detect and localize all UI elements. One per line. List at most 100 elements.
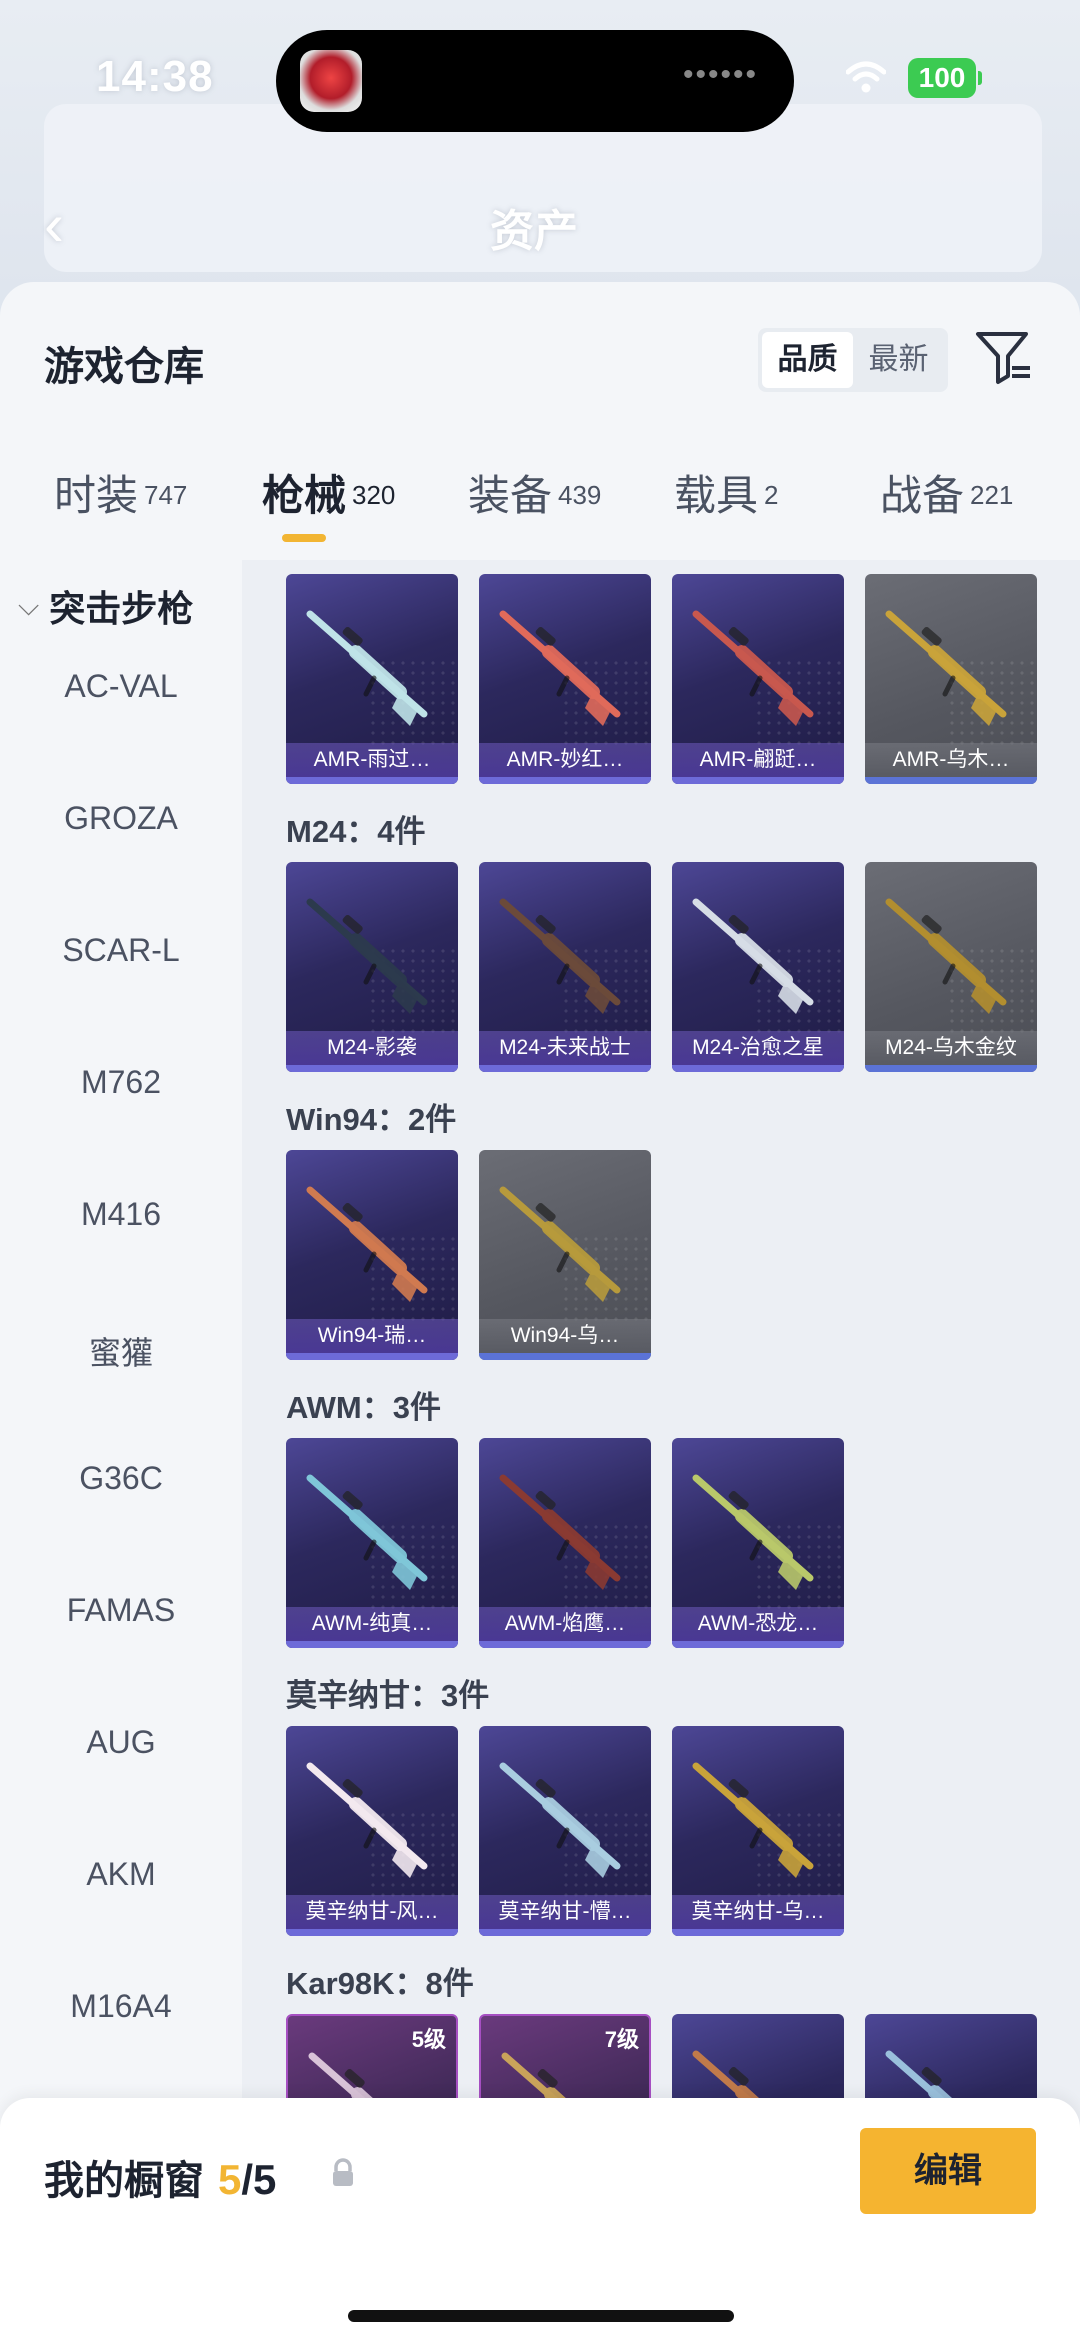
category-item[interactable]: GROZA bbox=[0, 800, 242, 837]
weapon-name: M24-未来战士 bbox=[479, 1031, 651, 1065]
category-item[interactable]: SCAR-L bbox=[0, 932, 242, 969]
weapon-card[interactable]: AWM-焰鹰… bbox=[479, 1438, 651, 1648]
weapon-name: AMR-翩跹… bbox=[672, 743, 844, 777]
showcase-bar: 我的橱窗 5/5 编辑 bbox=[0, 2098, 1080, 2341]
tab-label: 战备 bbox=[880, 472, 965, 519]
back-icon[interactable]: ‹ bbox=[44, 190, 64, 259]
weapon-name: M24-治愈之星 bbox=[672, 1031, 844, 1065]
weapon-card[interactable]: AWM-恐龙… bbox=[672, 1438, 844, 1648]
weapon-name: AMR-乌木… bbox=[865, 743, 1037, 777]
tab-count: 320 bbox=[352, 479, 396, 510]
category-item[interactable]: FAMAS bbox=[0, 1592, 242, 1629]
category-item[interactable]: M416 bbox=[0, 1196, 242, 1233]
dynamic-island: •••••• bbox=[276, 30, 794, 132]
background-title: 资产 bbox=[490, 207, 578, 256]
tab-label: 载具 bbox=[674, 472, 759, 519]
weapon-card[interactable]: AMR-翩跹… bbox=[672, 574, 844, 784]
weapon-category-list: ⌵ 突击步枪 AC-VAL GROZA SCAR-L M762 M416 蜜獾 G36C FA… bbox=[0, 560, 242, 2341]
weapon-skin-image bbox=[306, 1186, 428, 1302]
rarity-bar bbox=[865, 777, 1037, 784]
group-title: Win94：2件 bbox=[286, 1102, 457, 1137]
category-item[interactable]: AC-VAL bbox=[0, 668, 242, 705]
category-header-assault-rifles[interactable]: ⌵ 突击步枪 bbox=[18, 580, 193, 632]
lock-icon bbox=[333, 2158, 353, 2186]
tab-count: 747 bbox=[144, 479, 188, 510]
weapon-card[interactable]: M24-乌木金纹 bbox=[865, 862, 1037, 1072]
chevron-down-icon: ⌵ bbox=[18, 589, 40, 621]
weapon-skin-image bbox=[499, 898, 621, 1014]
wifi-icon bbox=[846, 61, 886, 93]
weapon-card[interactable]: 莫辛纳甘-乌… bbox=[672, 1726, 844, 1936]
weapon-card[interactable]: M24-未来战士 bbox=[479, 862, 651, 1072]
weapon-card[interactable]: Win94-瑞… bbox=[286, 1150, 458, 1360]
weapon-card[interactable]: AMR-乌木… bbox=[865, 574, 1037, 784]
tab-supplies[interactable]: 战备 221 bbox=[880, 462, 1013, 552]
app-icon bbox=[300, 50, 362, 112]
weapon-card[interactable]: 莫辛纳甘-风… bbox=[286, 1726, 458, 1936]
weapon-name: AMR-妙红… bbox=[479, 743, 651, 777]
weapon-grid: AMR-雨过… AMR-妙红… AMR-翩跹… AMR-乌木… M24：4件 M24-影袭… bbox=[242, 560, 1080, 2341]
rarity-bar bbox=[865, 1065, 1037, 1072]
weapon-name: 莫辛纳甘-乌… bbox=[672, 1895, 844, 1929]
filter-icon[interactable] bbox=[972, 326, 1034, 388]
weapon-card[interactable]: 莫辛纳甘-懵… bbox=[479, 1726, 651, 1936]
sheet-title: 游戏仓库 bbox=[44, 345, 204, 389]
level-badge: 7级 bbox=[604, 2027, 639, 2052]
weapon-skin-image bbox=[692, 1762, 814, 1878]
tab-count: 221 bbox=[970, 479, 1014, 510]
weapon-name: M24-影袭 bbox=[286, 1031, 458, 1065]
category-item[interactable]: G36C bbox=[0, 1460, 242, 1497]
weapon-card[interactable]: AMR-雨过… bbox=[286, 574, 458, 784]
category-item[interactable]: AKM bbox=[0, 1856, 242, 1893]
weapon-card[interactable]: AMR-妙红… bbox=[479, 574, 651, 784]
weapon-skin-image bbox=[885, 898, 1007, 1014]
weapon-card[interactable]: M24-影袭 bbox=[286, 862, 458, 1072]
weapon-card[interactable]: AWM-纯真… bbox=[286, 1438, 458, 1648]
rarity-bar bbox=[479, 1353, 651, 1360]
rarity-bar bbox=[672, 1929, 844, 1936]
showcase-current-count: 5 bbox=[218, 2156, 242, 2203]
showcase-label: 我的橱窗 5/5 bbox=[44, 2148, 276, 2206]
rarity-bar bbox=[672, 777, 844, 784]
rarity-bar bbox=[672, 1065, 844, 1072]
sort-quality-option[interactable]: 品质 bbox=[762, 332, 853, 388]
weapon-card[interactable]: Win94-乌… bbox=[479, 1150, 651, 1360]
weapon-name: AWM-焰鹰… bbox=[479, 1607, 651, 1641]
showcase-title: 我的橱窗 bbox=[44, 2159, 204, 2203]
weapon-name: Win94-乌… bbox=[479, 1319, 651, 1353]
tab-label: 时装 bbox=[54, 472, 139, 519]
weapon-skin-image bbox=[499, 610, 621, 726]
category-header-label: 突击步枪 bbox=[49, 588, 194, 629]
category-item[interactable]: AUG bbox=[0, 1724, 242, 1761]
category-item[interactable]: M762 bbox=[0, 1064, 242, 1101]
weapon-skin-image bbox=[306, 898, 428, 1014]
weapon-skin-image bbox=[692, 898, 814, 1014]
group-title: AWM：3件 bbox=[286, 1390, 441, 1425]
rarity-bar bbox=[479, 1929, 651, 1936]
weapon-name: AWM-纯真… bbox=[286, 1607, 458, 1641]
weapon-skin-image bbox=[306, 1474, 428, 1590]
game-warehouse-sheet: 游戏仓库 品质 最新 时装 747 枪械 320 装备 439 载具 2 战备 221 ⌵… bbox=[0, 282, 1080, 2341]
weapon-name: M24-乌木金纹 bbox=[865, 1031, 1037, 1065]
tab-fashion[interactable]: 时装 747 bbox=[54, 462, 187, 552]
tab-vehicles[interactable]: 载具 2 bbox=[674, 462, 778, 552]
category-item[interactable]: M16A4 bbox=[0, 1988, 242, 2025]
rarity-bar bbox=[286, 1641, 458, 1648]
island-dots: •••••• bbox=[682, 58, 758, 91]
battery-indicator: 100 bbox=[908, 58, 982, 98]
tab-label: 装备 bbox=[468, 472, 553, 519]
sort-newest-option[interactable]: 最新 bbox=[853, 332, 944, 388]
tab-count: 2 bbox=[764, 479, 779, 510]
weapon-name: AMR-雨过… bbox=[286, 743, 458, 777]
sort-toggle: 品质 最新 bbox=[758, 328, 948, 392]
weapon-card[interactable]: M24-治愈之星 bbox=[672, 862, 844, 1072]
category-item[interactable]: 蜜獾 bbox=[0, 1328, 242, 1374]
tab-equipment[interactable]: 装备 439 bbox=[468, 462, 601, 552]
level-badge: 5级 bbox=[411, 2027, 446, 2052]
weapon-skin-image bbox=[499, 1474, 621, 1590]
showcase-max-count: /5 bbox=[241, 2156, 277, 2203]
rarity-bar bbox=[479, 777, 651, 784]
weapon-skin-image bbox=[499, 1186, 621, 1302]
edit-button[interactable]: 编辑 bbox=[860, 2128, 1036, 2214]
status-time: 14:38 bbox=[96, 52, 214, 101]
